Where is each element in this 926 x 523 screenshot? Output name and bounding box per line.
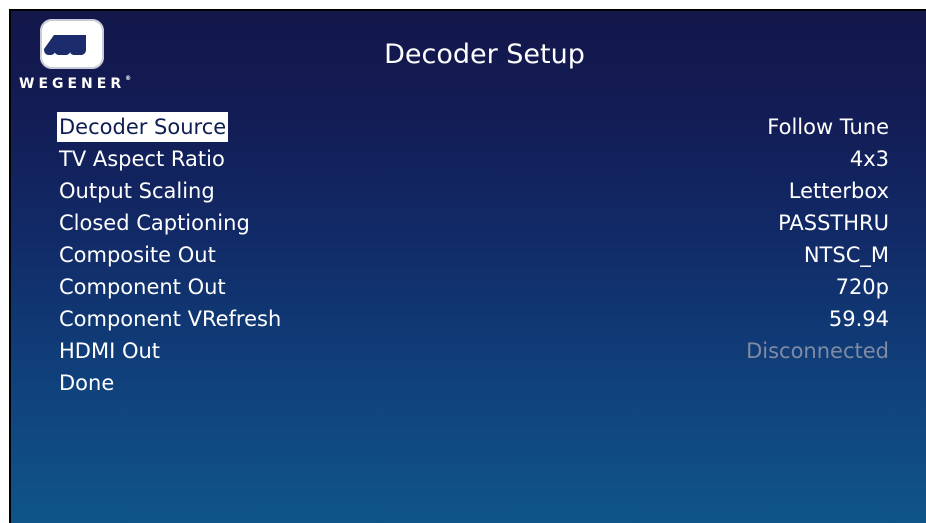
menu-item-value: 59.94 — [828, 307, 889, 331]
menu-item-value: 4x3 — [849, 147, 889, 171]
menu-item-value: NTSC_M — [803, 243, 889, 267]
menu-item-composite-out[interactable]: Composite Out NTSC_M — [57, 239, 889, 271]
settings-menu: Decoder Source Follow Tune TV Aspect Rat… — [57, 111, 889, 399]
menu-item-value: Letterbox — [788, 179, 889, 203]
menu-item-label: Composite Out — [59, 243, 216, 267]
menu-item-tv-aspect-ratio[interactable]: TV Aspect Ratio 4x3 — [57, 143, 889, 175]
decoder-setup-screen: WEGENER® Decoder Setup Decoder Source Fo… — [9, 9, 926, 523]
menu-item-label: Decoder Source — [57, 112, 229, 142]
menu-item-label: HDMI Out — [59, 339, 161, 363]
menu-item-label: Closed Captioning — [59, 211, 250, 235]
menu-item-done[interactable]: Done — [57, 367, 889, 399]
menu-item-value: Disconnected — [746, 339, 889, 363]
menu-item-value: PASSTHRU — [778, 211, 889, 235]
menu-item-component-vrefresh[interactable]: Component VRefresh 59.94 — [57, 303, 889, 335]
menu-item-hdmi-out[interactable]: HDMI Out Disconnected — [57, 335, 889, 367]
wegener-wordmark: WEGENER® — [19, 75, 132, 92]
menu-item-label: Component Out — [59, 275, 226, 299]
menu-item-value: 720p — [835, 275, 889, 299]
registered-mark: ® — [125, 75, 132, 82]
menu-item-component-out[interactable]: Component Out 720p — [57, 271, 889, 303]
menu-item-decoder-source[interactable]: Decoder Source Follow Tune — [57, 111, 889, 143]
brand-name: WEGENER — [19, 76, 126, 92]
menu-item-value: Follow Tune — [767, 115, 889, 139]
page-title: Decoder Setup — [384, 39, 585, 70]
menu-item-label: TV Aspect Ratio — [59, 147, 225, 171]
menu-item-output-scaling[interactable]: Output Scaling Letterbox — [57, 175, 889, 207]
menu-item-label: Component VRefresh — [59, 307, 282, 331]
menu-item-label: Output Scaling — [59, 179, 215, 203]
menu-item-label: Done — [59, 371, 115, 395]
menu-item-closed-captioning[interactable]: Closed Captioning PASSTHRU — [57, 207, 889, 239]
